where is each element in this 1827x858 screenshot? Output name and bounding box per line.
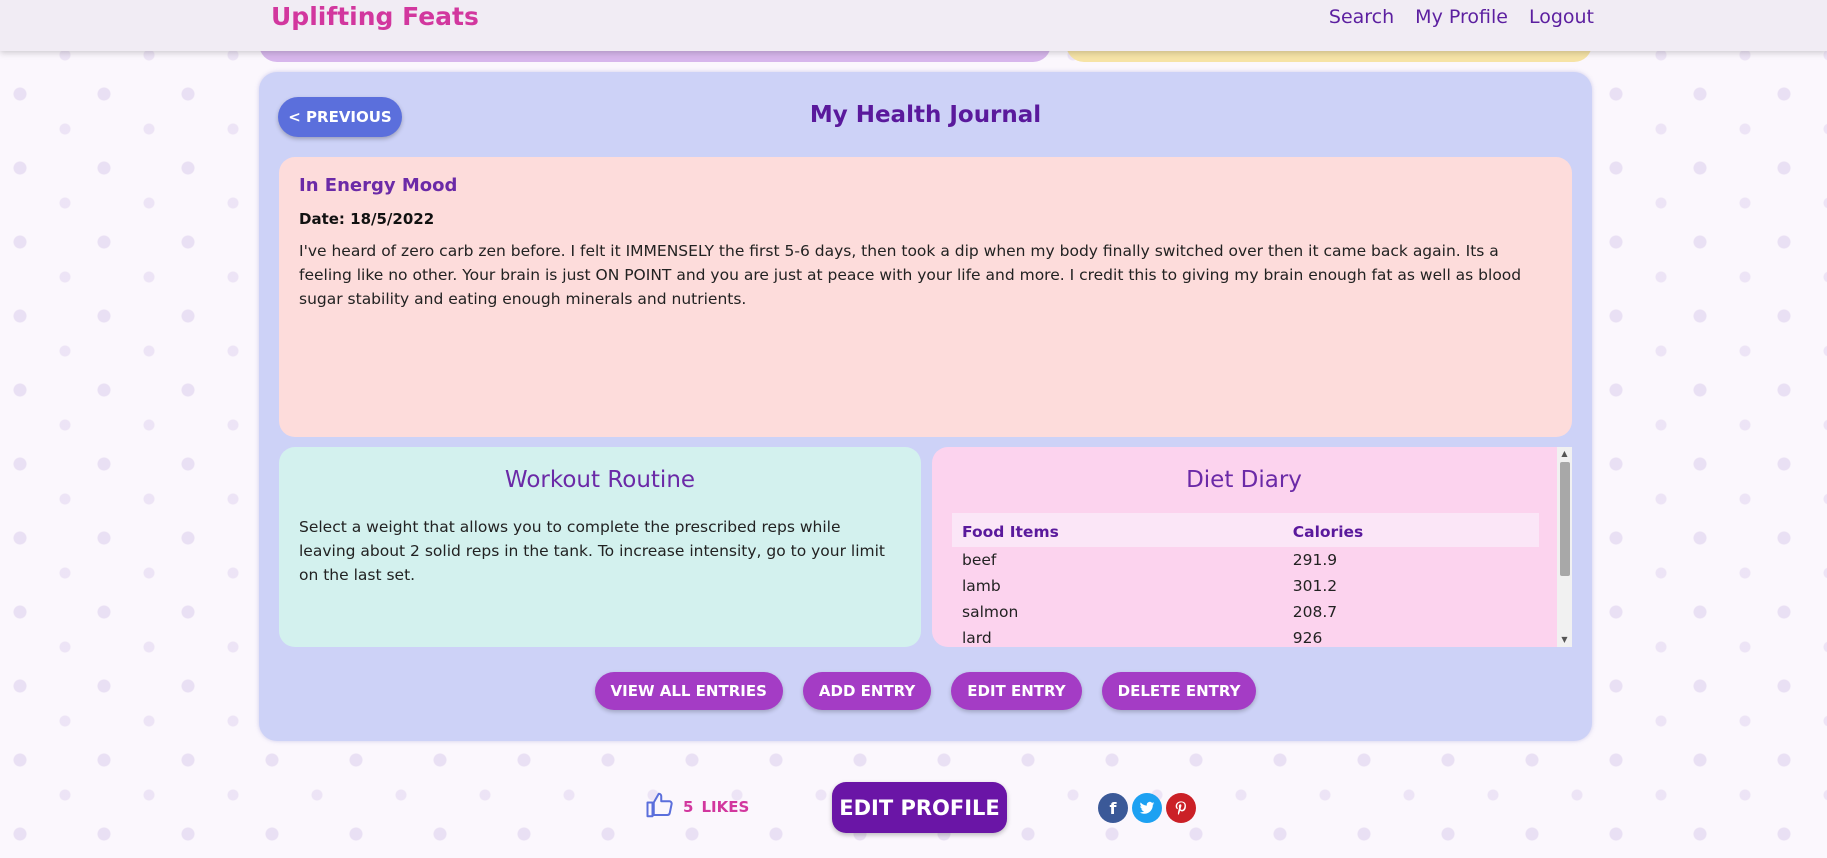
table-header-row: Food Items Calories [952,513,1539,547]
diet-table: Food Items Calories beef 291.9 lamb 301.… [952,513,1539,647]
column-header-calories: Calories [1282,513,1539,547]
food-cell: lard [962,629,992,647]
likes-widget[interactable]: 5 LIKES [645,790,749,824]
calories-cell: 301.2 [1292,577,1338,595]
nav-link-my-profile[interactable]: My Profile [1415,6,1508,28]
column-header-food: Food Items [952,513,1283,547]
food-cell: salmon [962,603,1019,621]
twitter-icon[interactable] [1132,793,1162,823]
scroll-down-arrow-icon[interactable]: ▼ [1557,633,1572,647]
food-cell: beef [962,551,997,569]
entry-date: Date: 18/5/2022 [299,210,435,228]
thumbs-up-icon[interactable] [645,790,675,824]
nav-links: Search My Profile Logout [1329,6,1594,28]
calories-cell: 291.9 [1292,551,1338,569]
entry-title: In Energy Mood [299,175,458,196]
pinterest-icon[interactable] [1166,793,1196,823]
view-all-entries-button[interactable]: VIEW ALL ENTRIES [594,672,783,710]
top-navbar: Uplifting Feats Search My Profile Logout [0,0,1827,51]
scroll-thumb[interactable] [1560,462,1570,576]
nav-link-search[interactable]: Search [1329,6,1394,28]
entry-actions: VIEW ALL ENTRIES ADD ENTRY EDIT ENTRY DE… [259,672,1592,710]
diet-diary-card: Diet Diary Food Items Calories beef 291.… [932,447,1572,647]
facebook-icon[interactable]: f [1098,793,1128,823]
calories-cell: 208.7 [1292,603,1338,621]
calories-cell: 926 [1292,629,1323,647]
workout-routine-card: Workout Routine Select a weight that all… [279,447,921,647]
workout-heading: Workout Routine [504,467,696,493]
edit-profile-button[interactable]: EDIT PROFILE [832,782,1007,833]
add-entry-button[interactable]: ADD ENTRY [802,672,932,710]
diet-diary-content: Diet Diary Food Items Calories beef 291.… [952,467,1539,647]
brand-logo[interactable]: Uplifting Feats [271,2,479,31]
likes-count: 5 [683,798,694,816]
likes-label: LIKES [701,798,750,816]
nav-link-logout[interactable]: Logout [1529,6,1594,28]
diet-scrollbar[interactable]: ▲ ▼ [1557,447,1572,647]
table-row: beef 291.9 [952,547,1539,573]
table-row: lard 926 [952,625,1539,647]
table-row: salmon 208.7 [952,599,1539,625]
diet-heading: Diet Diary [1186,467,1302,493]
edit-entry-button[interactable]: EDIT ENTRY [951,672,1082,710]
journal-entry-card: In Energy Mood Date: 18/5/2022 I've hear… [279,157,1572,437]
scroll-up-arrow-icon[interactable]: ▲ [1557,447,1572,461]
food-cell: lamb [962,577,1001,595]
entry-body: I've heard of zero carb zen before. I fe… [299,242,1522,308]
health-journal-panel: < PREVIOUS My Health Journal In Energy M… [259,72,1592,741]
social-share-icons: f [1098,793,1196,823]
workout-text: Select a weight that allows you to compl… [299,518,886,584]
table-row: lamb 301.2 [952,573,1539,599]
page-title: My Health Journal [809,102,1042,128]
delete-entry-button[interactable]: DELETE ENTRY [1101,672,1257,710]
